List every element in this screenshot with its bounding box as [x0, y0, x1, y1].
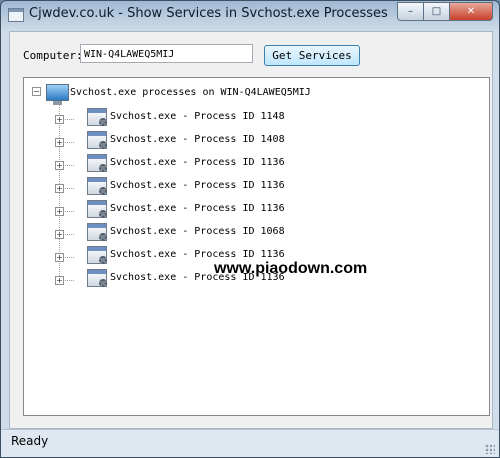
- expand-icon[interactable]: +: [55, 184, 64, 193]
- computer-name-input[interactable]: WIN-Q4LAWEQ5MIJ: [80, 44, 253, 63]
- status-bar: Ready: [1, 429, 499, 457]
- caption-buttons: – □ ✕: [397, 2, 493, 21]
- expand-icon[interactable]: +: [55, 207, 64, 216]
- gear-icon: [99, 118, 107, 126]
- expand-icon[interactable]: +: [55, 276, 64, 285]
- expand-icon[interactable]: +: [55, 230, 64, 239]
- main-window: Cjwdev.co.uk - Show Services in Svchost.…: [0, 0, 500, 458]
- process-label: Svchost.exe - Process ID 1136: [110, 249, 285, 260]
- tree-root-label: Svchost.exe processes on WIN-Q4LAWEQ5MIJ: [70, 87, 311, 98]
- expand-icon[interactable]: +: [55, 253, 64, 262]
- services-tree[interactable]: − Svchost.exe processes on WIN-Q4LAWEQ5M…: [23, 77, 490, 416]
- process-label: Svchost.exe - Process ID 1148: [110, 111, 285, 122]
- computer-label: Computer:: [23, 49, 83, 62]
- gear-icon: [99, 256, 107, 264]
- window-title: Cjwdev.co.uk - Show Services in Svchost.…: [29, 6, 388, 21]
- maximize-button[interactable]: □: [423, 2, 449, 21]
- gear-icon: [99, 210, 107, 218]
- resize-grip-icon[interactable]: [485, 444, 495, 454]
- gear-icon: [99, 164, 107, 172]
- computer-icon: [46, 84, 69, 105]
- close-button[interactable]: ✕: [449, 2, 493, 21]
- gear-icon: [99, 187, 107, 195]
- watermark-text: www.piaodown.com: [214, 260, 368, 277]
- process-label: Svchost.exe - Process ID 1136: [110, 203, 285, 214]
- gear-icon: [99, 141, 107, 149]
- process-label: Svchost.exe - Process ID 1408: [110, 134, 285, 145]
- client-area: Computer: WIN-Q4LAWEQ5MIJ Get Services −…: [9, 31, 493, 429]
- process-label: Svchost.exe - Process ID 1136: [110, 180, 285, 191]
- gear-icon: [99, 279, 107, 287]
- title-bar[interactable]: Cjwdev.co.uk - Show Services in Svchost.…: [1, 1, 499, 29]
- expand-icon[interactable]: +: [55, 115, 64, 124]
- gear-icon: [99, 233, 107, 241]
- minimize-button[interactable]: –: [397, 2, 423, 21]
- collapse-icon[interactable]: −: [32, 87, 41, 96]
- expand-icon[interactable]: +: [55, 138, 64, 147]
- status-text: Ready: [11, 434, 49, 448]
- process-label: Svchost.exe - Process ID 1136: [110, 157, 285, 168]
- expand-icon[interactable]: +: [55, 161, 64, 170]
- process-label: Svchost.exe - Process ID 1068: [110, 226, 285, 237]
- get-services-button[interactable]: Get Services: [264, 45, 360, 66]
- window-icon: [8, 8, 24, 22]
